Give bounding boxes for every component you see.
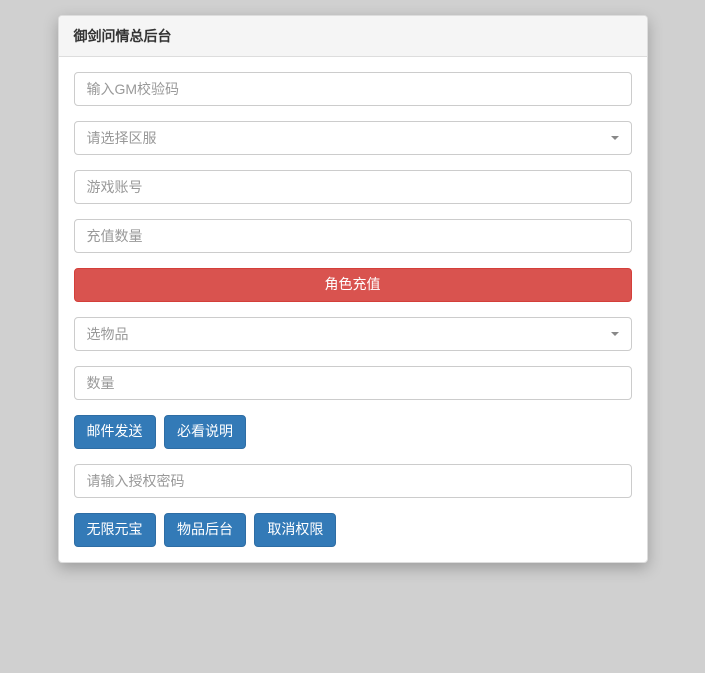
mail-button-row: 邮件发送 必看说明 — [74, 415, 632, 449]
item-backend-button[interactable]: 物品后台 — [164, 513, 246, 547]
mail-send-button[interactable]: 邮件发送 — [74, 415, 156, 449]
server-select-label: 请选择区服 — [87, 128, 157, 148]
quantity-input[interactable] — [74, 366, 632, 400]
account-group — [74, 170, 632, 204]
revoke-permission-button[interactable]: 取消权限 — [254, 513, 336, 547]
item-select-group: 选物品 — [74, 317, 632, 351]
panel-title: 御剑问情总后台 — [59, 16, 647, 57]
item-select-label: 选物品 — [87, 324, 129, 344]
quantity-group — [74, 366, 632, 400]
item-select[interactable]: 选物品 — [74, 317, 632, 351]
recharge-button-group: 角色充值 — [74, 268, 632, 302]
admin-panel: 御剑问情总后台 请选择区服 角色充值 选物品 — [58, 15, 648, 563]
gm-code-input[interactable] — [74, 72, 632, 106]
auth-password-group — [74, 464, 632, 498]
auth-password-input[interactable] — [74, 464, 632, 498]
server-select-group: 请选择区服 — [74, 121, 632, 155]
caret-down-icon — [611, 332, 619, 336]
recharge-amount-group — [74, 219, 632, 253]
recharge-amount-input[interactable] — [74, 219, 632, 253]
gm-code-group — [74, 72, 632, 106]
caret-down-icon — [611, 136, 619, 140]
must-read-button[interactable]: 必看说明 — [164, 415, 246, 449]
permission-button-row: 无限元宝 物品后台 取消权限 — [74, 513, 632, 547]
panel-body: 请选择区服 角色充值 选物品 邮件发送 必看说明 — [59, 57, 647, 562]
server-select[interactable]: 请选择区服 — [74, 121, 632, 155]
account-input[interactable] — [74, 170, 632, 204]
recharge-button[interactable]: 角色充值 — [74, 268, 632, 302]
unlimited-yuanbao-button[interactable]: 无限元宝 — [74, 513, 156, 547]
